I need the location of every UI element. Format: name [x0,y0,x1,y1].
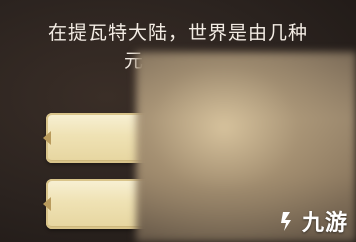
9game-logo-icon [280,212,291,231]
site-watermark: 九游 [276,205,348,237]
question-text: 在提瓦特大陆，世界是由几种 [47,22,308,44]
watermark-text: 九游 [301,210,348,236]
game-quiz-screen: 在提瓦特大陆，世界是由几种 元 九游 [0,0,356,242]
